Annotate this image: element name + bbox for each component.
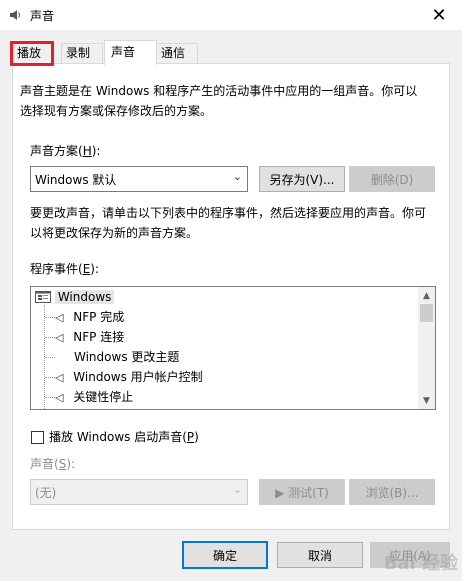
test-label: ▶ 测试(T): [275, 485, 329, 500]
tree-branch: [45, 357, 55, 358]
speaker-icon: ◁: [55, 311, 64, 324]
tree-branch: [45, 377, 55, 378]
events-label: 程序事件(E):: [30, 262, 100, 276]
browse-button[interactable]: 浏览(B)...: [349, 479, 435, 505]
list-item[interactable]: Windows 更改主题: [74, 347, 179, 367]
list-item-label: Windows 更改主题: [74, 350, 180, 364]
test-button[interactable]: ▶ 测试(T): [259, 479, 345, 505]
startup-sound-label: 播放 Windows 启动声音(P): [49, 430, 199, 444]
watermark: Bai 经验: [383, 553, 458, 574]
sound-value: (无): [35, 486, 57, 500]
list-item[interactable]: Windows: [35, 287, 115, 307]
ok-label: 确定: [212, 548, 237, 563]
tab-recording-label: 录制: [66, 46, 91, 60]
sound-scheme-value: Windows 默认: [35, 173, 117, 187]
list-item-label: 关键性停止: [73, 390, 134, 404]
tab-communications-label: 通信: [161, 46, 186, 60]
list-item[interactable]: ◁ NFP 完成: [55, 307, 124, 327]
sound-label: 声音(S):: [30, 457, 76, 471]
list-item-label: NFP 完成: [73, 310, 125, 324]
browse-label: 浏览(B)...: [365, 485, 419, 500]
speaker-icon: ◁: [55, 391, 64, 404]
scroll-thumb[interactable]: [420, 304, 433, 322]
scroll-down-icon[interactable]: ▼: [418, 392, 435, 409]
sound-scheme-dropdown[interactable]: Windows 默认 ⌄: [30, 166, 248, 192]
save-as-label: 另存为(V)...: [269, 172, 335, 187]
tree-branch: [45, 397, 55, 398]
tab-communications[interactable]: 通信: [156, 43, 198, 64]
startup-sound-checkbox[interactable]: [31, 431, 44, 444]
close-button[interactable]: ✕: [416, 0, 462, 30]
tab-sounds-label: 声音: [111, 45, 136, 59]
list-item-label: Windows: [54, 290, 115, 304]
close-icon: ✕: [431, 4, 447, 26]
hint-text-2: 以将更改保存为新的声音方案。: [30, 226, 199, 240]
title-bar: 声音 ✕: [0, 0, 462, 30]
scroll-up-icon[interactable]: ▲: [418, 287, 435, 304]
scheme-label: 声音方案(H):: [30, 144, 101, 158]
tab-playback-label: 播放: [17, 46, 42, 60]
tab-playback[interactable]: 播放: [10, 41, 54, 66]
tree-branch: [45, 337, 55, 338]
chevron-down-icon: ⌄: [232, 483, 242, 496]
delete-button[interactable]: 删除(D): [349, 166, 435, 192]
speaker-icon: ◁: [55, 331, 64, 344]
list-item[interactable]: ◁ NFP 连接: [55, 327, 124, 347]
list-item-label: Windows 用户帐户控制: [73, 370, 203, 384]
delete-label: 删除(D): [370, 172, 414, 187]
program-events-list[interactable]: Windows ◁ NFP 完成 ◁ NFP 连接 Windows 更改主题 ◁…: [30, 286, 436, 410]
events-scrollbar[interactable]: ▲ ▼: [418, 287, 435, 409]
ok-button[interactable]: 确定: [182, 541, 268, 569]
cancel-label: 取消: [307, 548, 332, 563]
speaker-icon: ◁: [55, 371, 64, 384]
list-item[interactable]: ◁ Windows 用户帐户控制: [55, 367, 203, 387]
list-item-label: NFP 连接: [73, 330, 125, 344]
window-title: 声音: [30, 9, 55, 23]
list-item[interactable]: ◁ 关键性停止: [55, 387, 133, 407]
hint-text-1: 要更改声音，请单击以下列表中的程序事件，然后选择要应用的声音。你可: [30, 206, 427, 220]
tree-branch: [45, 317, 55, 318]
cancel-button[interactable]: 取消: [277, 542, 363, 568]
intro-text-2: 选择现有方案或保存修改后的方案。: [20, 104, 213, 118]
speaker-icon: [10, 10, 20, 20]
windows-group-icon: [35, 291, 51, 303]
tab-recording[interactable]: 录制: [61, 43, 103, 64]
tab-sounds[interactable]: 声音: [104, 40, 157, 65]
save-as-button[interactable]: 另存为(V)...: [259, 166, 345, 192]
sound-dropdown[interactable]: (无) ⌄: [30, 479, 248, 505]
sounds-panel: 声音主题是在 Windows 和程序产生的活动事件中应用的一组声音。你可以 选择…: [12, 63, 450, 530]
chevron-down-icon: ⌄: [232, 170, 242, 183]
intro-text-1: 声音主题是在 Windows 和程序产生的活动事件中应用的一组声音。你可以: [20, 84, 418, 98]
